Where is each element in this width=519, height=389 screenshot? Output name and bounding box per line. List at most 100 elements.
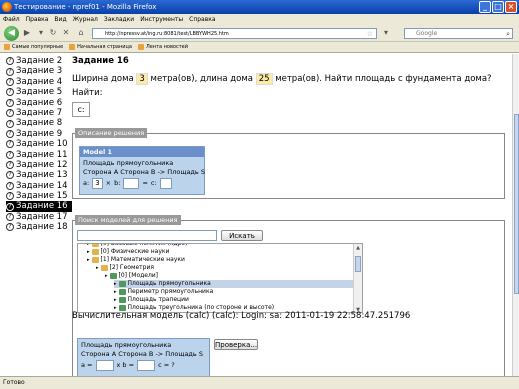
minimize-button[interactable]: _ [479, 1, 491, 13]
task-label: Задание 2 [16, 56, 63, 66]
expand-icon[interactable]: ▸ [87, 248, 90, 256]
task-link[interactable]: ? Задание 3 [6, 66, 72, 76]
model-formula: a: 3 × b: = c: [80, 178, 204, 189]
menu-history[interactable]: Журнал [73, 14, 98, 25]
home-icon[interactable]: ⌂ [76, 28, 86, 38]
search-models-button[interactable]: Искать [221, 230, 263, 241]
navigation-toolbar: ◀ ▶ ▾ ↻ ✕ ⌂ http://npressv.at/ing.ru:808… [0, 25, 519, 42]
menu-view[interactable]: Вид [54, 14, 66, 25]
search-icon[interactable]: ⌕ [506, 29, 510, 39]
task-label: Задание 13 [16, 170, 68, 181]
menu-edit[interactable]: Правка [26, 14, 49, 25]
bookmark-start-page[interactable]: Начальная страница [69, 42, 132, 52]
question-icon: ? [6, 140, 14, 149]
back-button[interactable]: ◀ [4, 26, 19, 41]
task-link[interactable]: ? Задание 11 [6, 150, 72, 160]
width-value: 3 [136, 73, 148, 85]
question-icon: ? [6, 161, 14, 170]
tree-node[interactable]: ▸ Периметр прямоугольника [114, 288, 353, 296]
task-link[interactable]: ? Задание 13 [6, 170, 72, 180]
tree-node[interactable]: ▸ [1] Математические науки [87, 256, 353, 264]
task-label: Задание 7 [16, 107, 63, 118]
task-link[interactable]: ? Задание 8 [6, 118, 72, 128]
expand-icon[interactable]: ▸ [114, 288, 117, 296]
task-link[interactable]: ? Задание 17 [6, 212, 72, 222]
model-2-sides: Сторона A Сторона B -> Площадь S [81, 350, 203, 358]
tree-node[interactable]: ▸ [2] Геометрия [96, 264, 353, 272]
a-label: a: [83, 179, 90, 187]
expand-icon[interactable]: ▸ [114, 296, 117, 304]
tree-node[interactable]: ▸ [0] [Модели] [105, 272, 353, 280]
tree-scroll-thumb[interactable] [355, 256, 361, 272]
status-text: Готово [3, 379, 25, 386]
bookmark-news-feed[interactable]: Лента новостей [137, 42, 188, 52]
close-button[interactable]: × [505, 1, 517, 13]
task-link[interactable]: ? Задание 18 [6, 222, 72, 232]
task-link[interactable]: ? Задание 7 [6, 108, 72, 118]
tree-node[interactable]: ▸ [0] Физические науки [87, 248, 353, 256]
maximize-button[interactable]: □ [492, 1, 504, 13]
task-link[interactable]: ? Задание 6 [6, 98, 72, 108]
a-slot[interactable] [95, 360, 114, 371]
bookmark-label: Лента новостей [145, 43, 188, 50]
expand-icon[interactable]: ▸ [87, 256, 90, 264]
scroll-up-icon[interactable]: ▲ [354, 244, 362, 252]
bookmark-star-icon[interactable]: ☆ [367, 29, 373, 38]
task-link[interactable]: ? Задание 12 [6, 160, 72, 170]
model-card-2[interactable]: Площадь прямоугольника Сторона A Сторона… [77, 338, 210, 376]
forward-icon[interactable]: ▶ [22, 28, 32, 38]
task-link[interactable]: ? Задание 9 [6, 129, 72, 139]
bookmark-most-visited[interactable]: Самые популярные [4, 42, 63, 52]
a-label: a = [81, 361, 93, 369]
model-search-input[interactable] [77, 230, 217, 241]
task-link-active[interactable]: ? Задание 16 [6, 201, 72, 212]
calc-model-line: Вычислительная модель (calc) (calc): Log… [72, 311, 411, 321]
task-link[interactable]: ? Задание 15 [6, 191, 72, 201]
stop-icon[interactable]: ✕ [61, 28, 71, 38]
b-slot[interactable] [123, 178, 140, 189]
tree-node-label: [1] Математические науки [100, 256, 185, 263]
model-card[interactable]: Model 1 Площадь прямоугольника Сторона A… [79, 146, 205, 195]
expand-icon[interactable]: ▸ [105, 272, 108, 280]
address-bar[interactable]: http://npressv.at/ing.ru:8081/test/LBBYW… [92, 28, 377, 39]
tree-node[interactable]: ▸ Площадь прямоугольника [114, 280, 353, 288]
task-label: Задание 15 [16, 191, 68, 202]
task-link[interactable]: ? Задание 4 [6, 77, 72, 87]
search-placeholder: Google [416, 30, 438, 37]
c-slot[interactable] [159, 178, 172, 189]
task-label: Задание 16 [16, 201, 68, 212]
task-link[interactable]: ? Задание 10 [6, 139, 72, 149]
page-scrollbar[interactable] [512, 54, 519, 376]
expand-icon[interactable]: ▸ [114, 280, 117, 288]
menu-bookmarks[interactable]: Закладки [104, 14, 134, 25]
check-button[interactable]: Проверка... [214, 339, 258, 350]
b-slot[interactable] [137, 360, 156, 371]
page-scroll-thumb[interactable] [514, 114, 519, 294]
task-label: Задание 4 [16, 76, 63, 87]
reload-icon[interactable]: ↻ [48, 28, 58, 38]
question-icon: ? [6, 77, 14, 86]
menu-help[interactable]: Справка [189, 14, 215, 25]
a-slot[interactable]: 3 [92, 178, 103, 189]
search-input[interactable]: Google ⌕ [404, 28, 513, 39]
equals-sign: = [142, 179, 148, 187]
folder-icon [91, 257, 99, 263]
task-link[interactable]: ? Задание 14 [6, 181, 72, 191]
unknown-variable-box[interactable]: c: [72, 102, 90, 117]
window-title-bar: Тестирование - npref01 - Mozilla Firefox… [0, 0, 519, 14]
model-tree[interactable]: ▸ [0] Базовые понятия (ядро) ▸ [0] Физическ… [77, 243, 363, 313]
task-title: Задание 16 [72, 56, 129, 66]
tree-node[interactable]: ▸ Площадь трапеции [114, 296, 353, 304]
model-2-name: Площадь прямоугольника [81, 341, 172, 349]
menu-tools[interactable]: Инструменты [140, 14, 183, 25]
tree-node-label: Периметр прямоугольника [127, 288, 214, 295]
history-dropdown-icon[interactable]: ▾ [36, 28, 46, 38]
expand-icon[interactable]: ▸ [96, 264, 99, 272]
question-icon: ? [6, 119, 14, 128]
task-link[interactable]: ? Задание 5 [6, 87, 72, 97]
tree-scrollbar[interactable]: ▲ ▼ [353, 244, 362, 312]
task-link[interactable]: ? Задание 2 [6, 56, 72, 66]
go-icon[interactable]: ▾ [381, 28, 391, 38]
tree-node-label: [2] Геометрия [109, 264, 154, 271]
menu-file[interactable]: Файл [3, 14, 20, 25]
